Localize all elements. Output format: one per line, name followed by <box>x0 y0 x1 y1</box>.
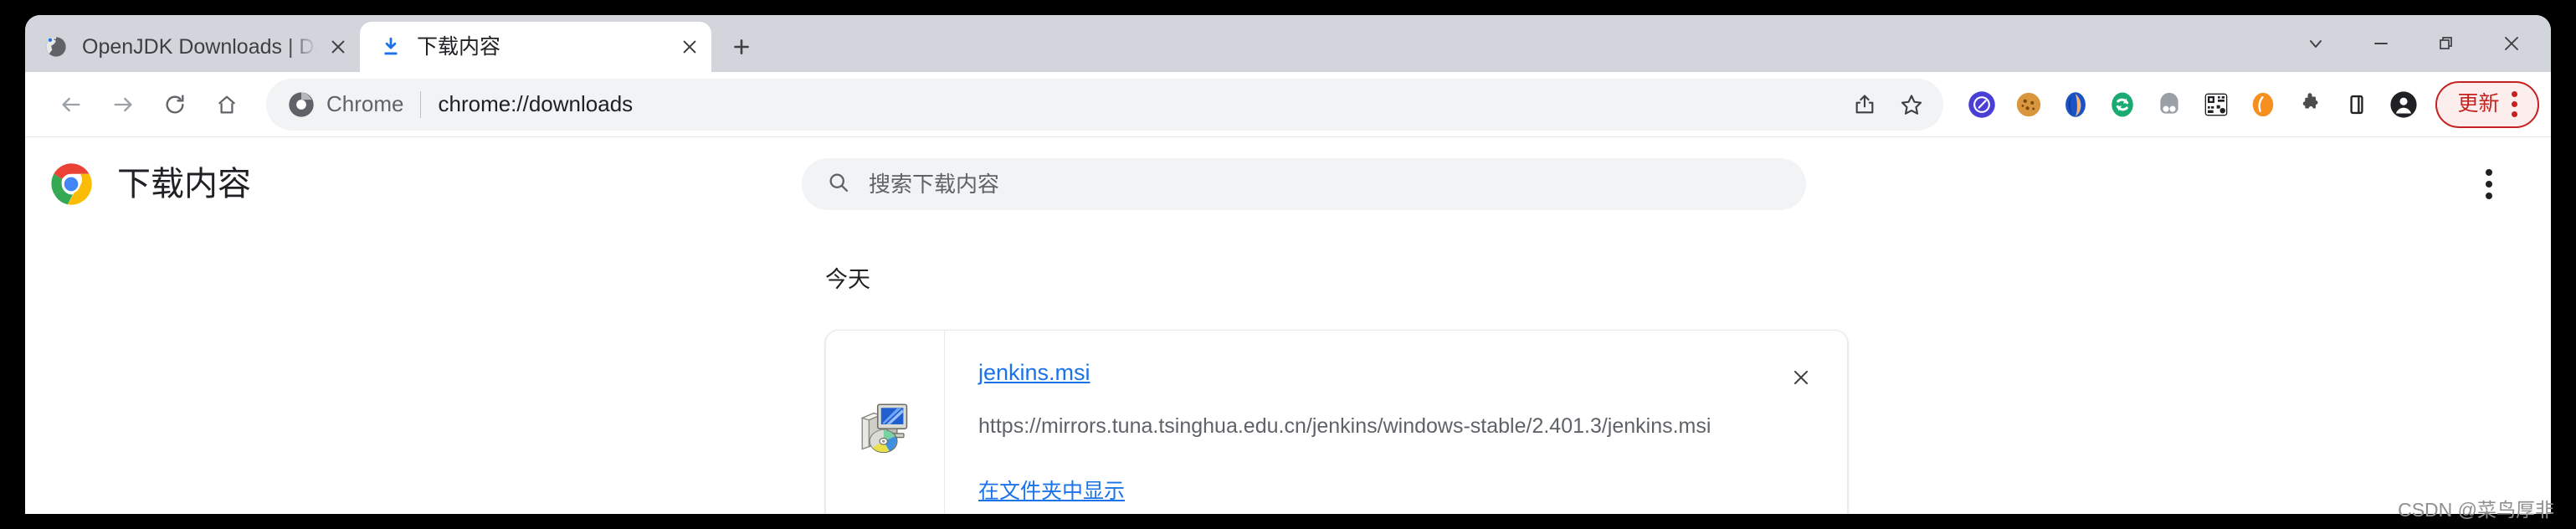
chevron-down-icon[interactable] <box>2283 15 2348 72</box>
window-controls <box>2283 15 2551 72</box>
compass-badge-icon[interactable] <box>1958 81 2005 128</box>
tab-title: OpenJDK Downloads | Download <box>82 35 316 59</box>
downloads-header: 下载内容 <box>25 137 2551 231</box>
downloads-more-menu-button[interactable] <box>2466 161 2512 208</box>
downloads-list: 今天 jenkins.msi https://mirrors.tuna.tsin… <box>25 266 2551 514</box>
close-icon[interactable] <box>673 30 706 64</box>
extensions-bar: 更新 <box>1958 80 2539 128</box>
download-item[interactable]: jenkins.msi https://mirrors.tuna.tsinghu… <box>825 330 1848 514</box>
orange-circle-icon[interactable] <box>2240 81 2286 128</box>
browser-window: OpenJDK Downloads | Download 下载内容 <box>25 15 2551 514</box>
download-item-icon-cell <box>826 331 945 514</box>
forward-button[interactable] <box>97 79 149 131</box>
download-source-url: https://mirrors.tuna.tsinghua.edu.cn/jen… <box>978 413 1711 438</box>
msi-installer-icon <box>854 397 916 463</box>
gray-capsule-icon[interactable] <box>2146 81 2193 128</box>
puzzle-icon[interactable] <box>2286 81 2333 128</box>
tab-title: 下载内容 <box>417 35 501 59</box>
page-title: 下载内容 <box>117 166 251 203</box>
close-icon[interactable] <box>321 30 355 64</box>
downloads-date-heading: 今天 <box>825 267 870 292</box>
omnibox-scheme-chip: Chrome <box>326 91 404 116</box>
side-panel-icon[interactable] <box>2333 81 2380 128</box>
downloads-brand: 下载内容 <box>49 162 802 207</box>
download-file-name-link[interactable]: jenkins.msi <box>978 359 1090 386</box>
cookie-icon[interactable] <box>2005 81 2052 128</box>
tab-downloads[interactable]: 下载内容 <box>360 22 711 72</box>
egg-blue-icon[interactable] <box>2052 81 2099 128</box>
profile-avatar-icon[interactable] <box>2380 81 2427 128</box>
update-button-label: 更新 <box>2457 92 2500 116</box>
kebab-menu-icon <box>2486 169 2492 199</box>
share-icon[interactable] <box>1841 81 1888 128</box>
tab-strip: OpenJDK Downloads | Download 下载内容 <box>25 15 2551 72</box>
downloads-page: 下载内容 今天 <box>25 137 2551 514</box>
csdn-watermark: CSDN @菜鸟厚非 <box>2398 499 2554 521</box>
omnibox-actions <box>1841 81 1935 128</box>
download-item-actions <box>1755 331 1847 514</box>
update-button[interactable]: 更新 <box>2435 80 2539 128</box>
download-icon <box>378 34 403 59</box>
omnibox-url-text[interactable]: chrome://downloads <box>438 91 1841 117</box>
bookmark-star-icon[interactable] <box>1888 81 1935 128</box>
kebab-menu-icon[interactable] <box>2511 91 2517 117</box>
back-button[interactable] <box>45 79 97 131</box>
search-bar[interactable] <box>802 158 1806 210</box>
restore-icon[interactable] <box>2414 15 2479 72</box>
omnibox-divider <box>420 90 422 118</box>
close-icon[interactable] <box>2479 15 2544 72</box>
close-icon[interactable] <box>1779 356 1823 399</box>
download-item-details: jenkins.msi https://mirrors.tuna.tsinghu… <box>945 331 1755 514</box>
search-icon <box>827 171 850 198</box>
new-tab-button[interactable] <box>720 25 763 69</box>
home-button[interactable] <box>201 79 253 131</box>
browser-toolbar: Chrome chrome://downloads 更新 <box>25 72 2551 137</box>
address-bar[interactable]: Chrome chrome://downloads <box>266 78 1943 131</box>
chrome-product-icon <box>288 91 315 118</box>
sync-green-icon[interactable] <box>2099 81 2146 128</box>
qr-code-icon[interactable] <box>2193 81 2240 128</box>
reload-button[interactable] <box>149 79 201 131</box>
tab-openjdk-downloads[interactable]: OpenJDK Downloads | Download <box>25 22 360 72</box>
search-input[interactable] <box>869 158 1781 210</box>
chrome-logo-icon <box>49 162 94 207</box>
tabstrip-drag-area <box>763 71 2283 72</box>
globe-icon <box>44 34 69 59</box>
minimize-icon[interactable] <box>2348 15 2414 72</box>
show-in-folder-link[interactable]: 在文件夹中显示 <box>978 479 1125 504</box>
